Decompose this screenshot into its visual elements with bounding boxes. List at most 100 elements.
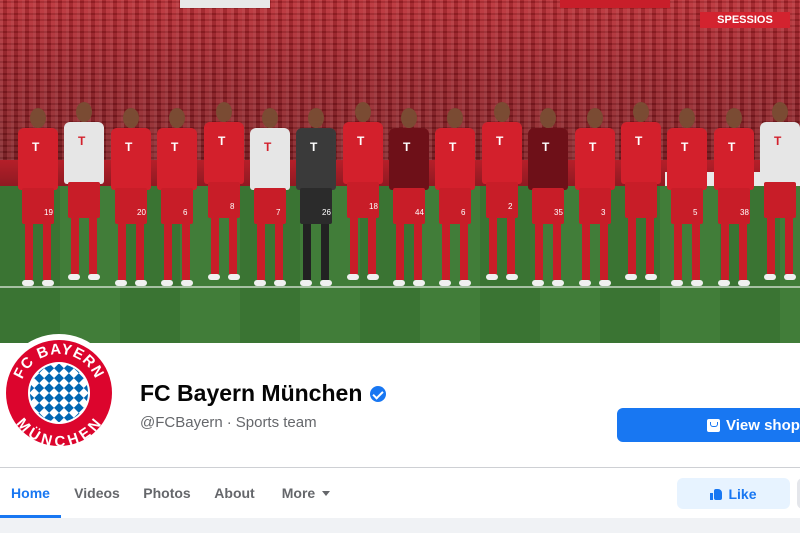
player-leg	[71, 218, 79, 274]
tab-home[interactable]: Home	[0, 468, 61, 518]
player-torso	[667, 128, 707, 190]
player-shoe	[22, 280, 34, 286]
player-head	[262, 108, 278, 128]
shirt-sponsor-logo: T	[589, 140, 597, 154]
tab-label: More	[281, 485, 316, 501]
player-leg	[692, 224, 700, 280]
page-category[interactable]: Sports team	[236, 414, 317, 431]
player-leg	[674, 224, 682, 280]
shirt-sponsor-logo: T	[403, 140, 411, 154]
player-shoe	[579, 280, 591, 286]
player-shorts	[393, 188, 425, 224]
player-torso	[157, 128, 197, 190]
player-figure: T6	[155, 0, 199, 300]
player-shoe	[784, 274, 796, 280]
shirt-sponsor-logo: T	[357, 134, 365, 148]
cover-photo[interactable]: SPESSIOS T 19 T T 20 T 6 T 8 T 7 T 26 T 18 T 44 T 6 T 2 T 35 T 3…	[0, 0, 800, 343]
shirt-sponsor-logo: T	[496, 134, 504, 148]
player-shorts	[671, 188, 703, 224]
chevron-down-icon	[322, 490, 331, 496]
tab-videos[interactable]: Videos	[61, 468, 133, 518]
player-shoe	[738, 280, 750, 286]
player-leg	[396, 224, 404, 280]
player-shorts	[22, 188, 54, 224]
tab-about[interactable]: About	[201, 468, 268, 518]
player-figure: T	[619, 0, 663, 300]
player-shoe	[42, 280, 54, 286]
shorts-number: 38	[740, 208, 749, 217]
player-figure: T 38	[712, 0, 756, 300]
player-torso	[435, 128, 475, 190]
feed-background	[0, 518, 800, 533]
shirt-sponsor-logo: T	[310, 140, 318, 154]
like-label: Like	[728, 485, 757, 502]
player-leg	[368, 218, 376, 274]
player-torso	[18, 128, 58, 190]
player-shoe	[393, 280, 405, 286]
player-torso	[528, 128, 568, 190]
player-shoe	[347, 274, 359, 280]
player-shoe	[254, 280, 266, 286]
player-shorts	[254, 188, 286, 224]
player-figure: T 20	[109, 0, 153, 300]
player-leg	[739, 224, 747, 280]
shirt-sponsor-logo: T	[635, 134, 643, 148]
player-leg	[229, 218, 237, 274]
player-figure: T 35	[526, 0, 570, 300]
player-shoe	[625, 274, 637, 280]
shirt-sponsor-logo: T	[78, 134, 86, 148]
player-shoe	[459, 280, 471, 286]
like-button[interactable]: Like	[677, 478, 790, 509]
player-leg	[182, 224, 190, 280]
page-tabs: Home Videos Photos About More	[0, 468, 344, 518]
player-shorts	[208, 182, 240, 218]
player-leg	[582, 224, 590, 280]
tab-label: About	[214, 485, 255, 501]
player-head	[401, 108, 417, 128]
player-leg	[414, 224, 422, 280]
player-shoe	[764, 274, 776, 280]
page-title: FC Bayern München	[140, 380, 387, 407]
verified-badge-icon[interactable]	[370, 385, 387, 402]
player-head	[587, 108, 603, 128]
shirt-sponsor-logo: T	[728, 140, 736, 154]
shirt-sponsor-logo: T	[774, 134, 782, 148]
player-shorts	[579, 188, 611, 224]
player-torso	[760, 122, 800, 184]
player-leg	[553, 224, 561, 280]
player-shorts	[300, 188, 332, 224]
tab-more[interactable]: More	[268, 468, 344, 518]
player-leg	[321, 224, 329, 280]
player-leg	[136, 224, 144, 280]
player-shoe	[599, 280, 611, 286]
page-handle: @FCBayern	[140, 414, 223, 431]
player-shoe	[181, 280, 193, 286]
player-figure: T6	[433, 0, 477, 300]
player-torso	[204, 122, 244, 184]
shirt-sponsor-logo: T	[264, 140, 272, 154]
player-figure: T7	[248, 0, 292, 300]
player-head	[169, 108, 185, 128]
player-head	[447, 108, 463, 128]
view-shop-button[interactable]: View shop	[617, 408, 800, 442]
player-leg	[442, 224, 450, 280]
player-shorts	[532, 188, 564, 224]
player-leg	[164, 224, 172, 280]
player-head	[123, 108, 139, 128]
player-leg	[628, 218, 636, 274]
player-figure: T	[62, 0, 106, 300]
player-leg	[211, 218, 219, 274]
player-leg	[507, 218, 515, 274]
player-leg	[721, 224, 729, 280]
player-shoe	[68, 274, 80, 280]
tab-photos[interactable]: Photos	[133, 468, 201, 518]
player-shoe	[718, 280, 730, 286]
player-torso	[482, 122, 522, 184]
player-leg	[646, 218, 654, 274]
page-name-text: FC Bayern München	[140, 380, 363, 406]
player-shorts	[68, 182, 100, 218]
fc-bayern-logo[interactable]: FC BAYERN MÜNCHEN	[3, 337, 115, 449]
player-leg	[303, 224, 311, 280]
tab-label: Home	[11, 485, 50, 501]
shorts-number: 2	[508, 202, 513, 211]
